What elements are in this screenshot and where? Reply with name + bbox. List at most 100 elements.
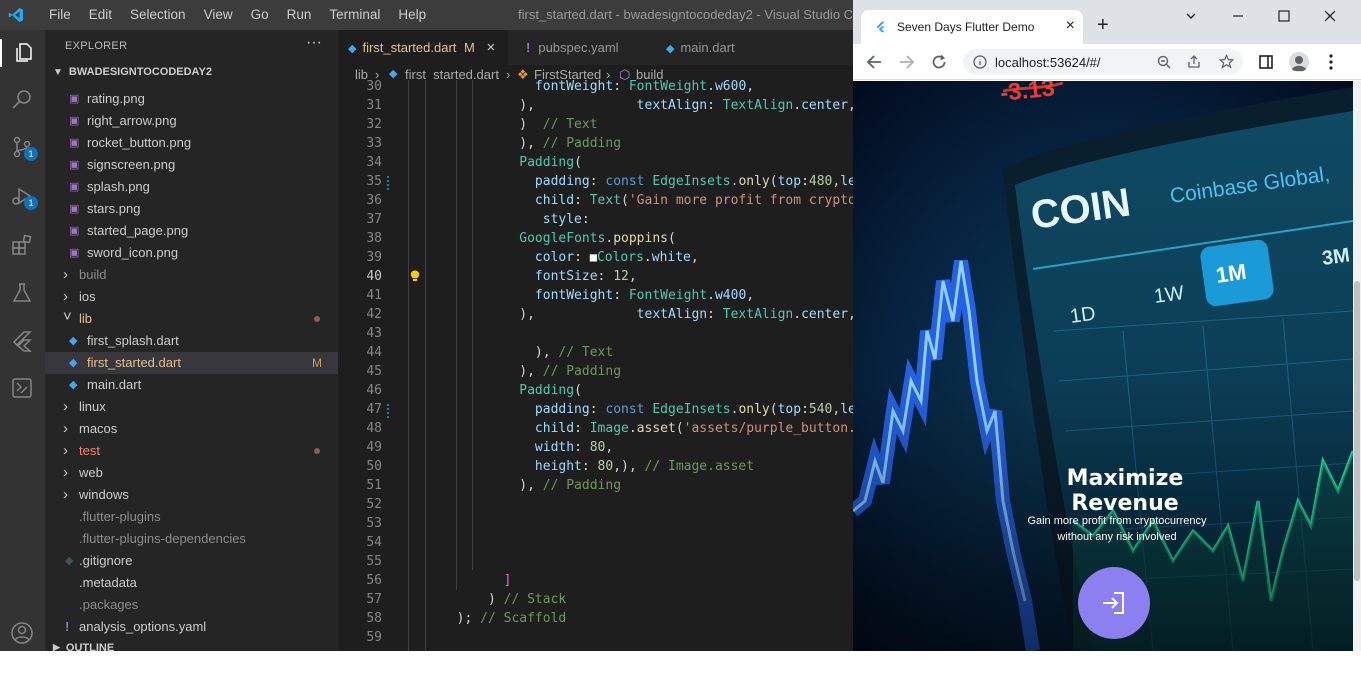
flutter-activity[interactable] xyxy=(8,327,36,355)
tree-item[interactable]: ▣ right_arrow.png xyxy=(45,110,338,132)
menu-help[interactable]: Help xyxy=(389,0,435,30)
tab-first-started[interactable]: ◆ first_started.dart M × xyxy=(338,30,508,65)
chevron-down-icon: ▼ xyxy=(53,66,63,78)
get-started-button[interactable] xyxy=(1078,567,1150,639)
zoom-icon[interactable] xyxy=(1157,55,1171,69)
tree-item-label: test xyxy=(79,443,100,458)
dart-file-icon: ◆ xyxy=(348,43,357,55)
tree-item[interactable]: › build xyxy=(45,264,338,286)
tree-item[interactable]: ▣ sword_icon.png xyxy=(45,242,338,264)
tree-item[interactable]: ˅ lib xyxy=(45,308,338,330)
range-1w: 1W xyxy=(1153,282,1186,308)
line-number: 39 xyxy=(366,250,382,265)
run-debug-activity[interactable]: 1 xyxy=(8,182,38,210)
tree-item[interactable]: .packages xyxy=(45,594,338,616)
account-icon xyxy=(11,622,33,644)
menu-file[interactable]: File xyxy=(40,0,80,30)
tree-item[interactable]: › macos xyxy=(45,418,338,440)
menu-go[interactable]: Go xyxy=(242,0,278,30)
tree-item-label: started_page.png xyxy=(87,223,189,238)
tree-item[interactable]: › ios xyxy=(45,286,338,308)
reload-icon[interactable] xyxy=(931,54,947,70)
tree-item[interactable]: ▣ rocket_button.png xyxy=(45,132,338,154)
line-number: 58 xyxy=(366,611,382,626)
maximize-icon[interactable] xyxy=(1278,10,1290,22)
remote-activity[interactable] xyxy=(8,374,36,402)
tree-item[interactable]: .metadata xyxy=(45,572,338,594)
tree-item[interactable]: ▣ started_page.png xyxy=(45,220,338,242)
tree-item[interactable]: ! analysis_options.yaml xyxy=(45,616,338,638)
scroll-thumb[interactable] xyxy=(1354,281,1360,581)
tab-pubspec[interactable]: ! pubspec.yaml xyxy=(516,30,648,65)
close-window-icon[interactable] xyxy=(1324,10,1336,22)
back-icon[interactable] xyxy=(866,54,882,70)
tree-item[interactable]: › web xyxy=(45,462,338,484)
code-line: style: xyxy=(542,212,590,227)
search-activity[interactable] xyxy=(8,85,36,113)
tree-item[interactable]: ◆ first_splash.dart xyxy=(45,330,338,352)
menu-edit[interactable]: Edit xyxy=(80,0,121,30)
bookmark-star-icon[interactable] xyxy=(1219,54,1234,69)
site-info-icon[interactable] xyxy=(973,55,987,69)
source-control-activity[interactable]: 1 xyxy=(8,133,38,161)
line-number: 49 xyxy=(366,440,382,455)
tree-item[interactable]: ◆ first_started.dart M xyxy=(45,352,338,374)
forward-icon[interactable] xyxy=(899,54,915,70)
tree-item-label: rocket_button.png xyxy=(87,135,192,150)
tree-item[interactable]: .flutter-plugins xyxy=(45,506,338,528)
browser-scrollbar[interactable] xyxy=(1353,81,1361,651)
chevron-down-icon[interactable] xyxy=(1185,10,1197,22)
menu-selection[interactable]: Selection xyxy=(121,0,195,30)
modified-gutter-marker xyxy=(387,404,389,419)
tree-item-label: main.dart xyxy=(87,377,142,392)
new-tab-button[interactable]: + xyxy=(1097,14,1109,37)
explorer-activity[interactable] xyxy=(0,39,45,67)
tree-item[interactable]: ▣ rating.png xyxy=(45,88,338,110)
tree-item[interactable]: ▣ signscreen.png xyxy=(45,154,338,176)
code-line: padding: const EdgeInsets.only(top:540,l… xyxy=(534,402,853,417)
workspace-root[interactable]: ▼ BWADESIGNTOCODEDAY2 xyxy=(49,66,212,78)
explorer-more-icon[interactable]: ··· xyxy=(306,34,322,52)
vscode-logo-icon xyxy=(8,8,23,22)
code-editor[interactable]: 30 fontWeight: FontWeight.w600, 31 ), tex… xyxy=(338,80,853,651)
tree-item[interactable]: ▣ splash.png xyxy=(45,176,338,198)
window-title: first_started.dart - bwadesigntocodeday2… xyxy=(518,7,875,22)
lightbulb-icon[interactable] xyxy=(410,270,420,282)
login-arrow-icon xyxy=(1103,592,1124,614)
kebab-menu-icon[interactable] xyxy=(1329,54,1333,70)
tab-main[interactable]: ◆ main.dart xyxy=(656,30,768,65)
tree-item[interactable]: ◆ .gitignore xyxy=(45,550,338,572)
minimize-icon[interactable] xyxy=(1232,10,1244,22)
tree-item[interactable]: ▣ stars.png xyxy=(45,198,338,220)
accounts-activity[interactable] xyxy=(8,619,36,647)
menu-view[interactable]: View xyxy=(195,0,242,30)
testing-activity[interactable] xyxy=(8,279,36,307)
tree-item[interactable]: ◆ main.dart xyxy=(45,374,338,396)
menu-run[interactable]: Run xyxy=(278,0,321,30)
range-1d: 1D xyxy=(1069,303,1097,328)
tree-item[interactable]: .flutter-plugins-dependencies xyxy=(45,528,338,550)
outline-section[interactable]: ▶ OUTLINE xyxy=(49,642,114,651)
tree-item-label: web xyxy=(79,465,103,480)
chevron-right-icon: › xyxy=(63,266,68,283)
tree-item[interactable]: › test xyxy=(45,440,338,462)
browser-toolbar: localhost:53624/#/ xyxy=(853,44,1361,80)
crypto-background-image: COIN Coinbase Global, -3.13 1D 1W 1M 3M xyxy=(853,81,1353,651)
tree-item[interactable]: › windows xyxy=(45,484,338,506)
line-number: 57 xyxy=(366,592,382,607)
share-icon[interactable] xyxy=(1187,55,1201,69)
close-tab-icon[interactable]: × xyxy=(1066,17,1075,35)
address-bar[interactable]: localhost:53624/#/ xyxy=(963,49,1243,75)
side-panel-icon[interactable] xyxy=(1259,55,1273,69)
tree-item[interactable]: › linux xyxy=(45,396,338,418)
menu-terminal[interactable]: Terminal xyxy=(320,0,389,30)
status-dot xyxy=(314,448,320,454)
close-tab-icon[interactable]: × xyxy=(487,39,496,56)
files-icon xyxy=(15,43,32,62)
profile-avatar[interactable] xyxy=(1289,52,1309,72)
dart-file-icon: ◆ xyxy=(69,335,78,347)
image-file-icon: ▣ xyxy=(69,93,80,105)
browser-tab[interactable]: Seven Days Flutter Demo × xyxy=(861,10,1083,44)
code-line: ), // Padding xyxy=(441,136,622,151)
extensions-activity[interactable] xyxy=(8,231,36,259)
